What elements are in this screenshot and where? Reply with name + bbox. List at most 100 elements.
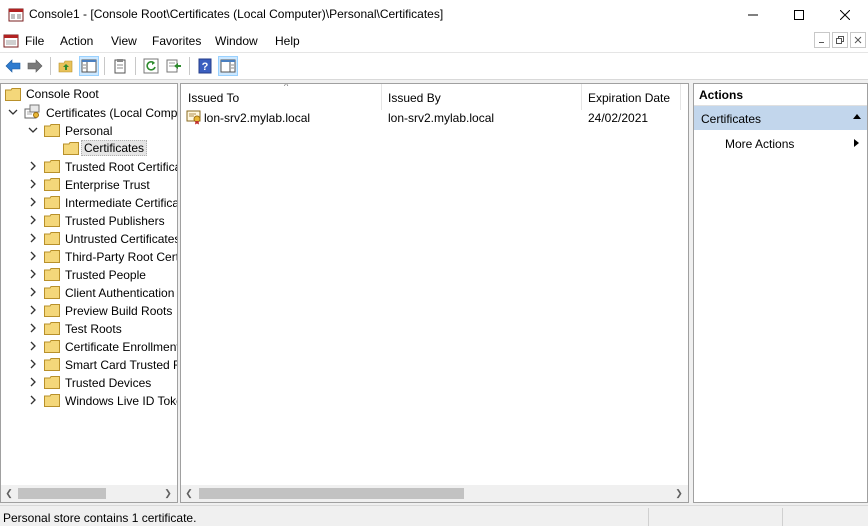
- column-divider[interactable]: [381, 84, 382, 110]
- tree-item-personal[interactable]: Personal: [1, 121, 177, 139]
- tree-label: Windows Live ID Toke: [65, 394, 178, 408]
- scroll-right-icon[interactable]: ❯: [163, 488, 173, 499]
- tree-item-certificates-local[interactable]: Certificates (Local Comp: [1, 103, 178, 121]
- console-tree-pane[interactable]: Console Root Certificates (Local Comp Pe…: [0, 83, 178, 503]
- chevron-right-icon[interactable]: [28, 377, 38, 387]
- chevron-right-icon[interactable]: [28, 341, 38, 351]
- chevron-right-icon[interactable]: [28, 179, 38, 189]
- results-list-pane[interactable]: ^ Issued To Issued By Expiration Date lo…: [180, 83, 689, 503]
- tree-label: Intermediate Certificat: [65, 196, 178, 210]
- tree-label: Untrusted Certificates: [65, 232, 178, 246]
- scroll-right-icon[interactable]: ❯: [674, 488, 684, 499]
- help-button[interactable]: ?: [195, 56, 215, 76]
- scroll-left-icon[interactable]: ❮: [4, 488, 14, 499]
- maximize-button[interactable]: [776, 0, 822, 30]
- tree-horizontal-scrollbar[interactable]: ❮ ❯: [1, 485, 177, 502]
- chevron-right-icon[interactable]: [28, 215, 38, 225]
- more-actions-item[interactable]: More Actions: [725, 137, 794, 151]
- actions-pane: Actions Certificates More Actions: [693, 83, 868, 503]
- collapse-up-icon[interactable]: [853, 114, 861, 119]
- column-divider[interactable]: [680, 84, 681, 110]
- tree-label: Test Roots: [65, 322, 122, 336]
- tree-item-store[interactable]: Test Roots: [1, 319, 177, 337]
- chevron-right-icon[interactable]: [28, 287, 38, 297]
- show-hide-tree-icon: [81, 59, 97, 73]
- tree-item-store[interactable]: Client Authentication: [1, 283, 177, 301]
- tree-item-store[interactable]: Intermediate Certificat: [1, 193, 178, 211]
- column-header-issued-by[interactable]: Issued By: [388, 84, 578, 110]
- menu-favorites[interactable]: Favorites: [152, 34, 201, 48]
- status-bar: Personal store contains 1 certificate.: [0, 505, 868, 526]
- column-divider[interactable]: [581, 84, 582, 110]
- column-header-issued-to[interactable]: ^ Issued To: [188, 84, 378, 110]
- export-list-button[interactable]: [164, 56, 184, 76]
- menu-window[interactable]: Window: [215, 34, 258, 48]
- up-one-level-button[interactable]: [56, 56, 76, 76]
- list-horizontal-scrollbar[interactable]: ❮ ❯: [181, 485, 688, 502]
- tree-item-store[interactable]: Trusted People: [1, 265, 177, 283]
- scroll-left-icon[interactable]: ❮: [184, 488, 194, 499]
- status-divider: [648, 508, 649, 526]
- table-row[interactable]: lon-srv2.mylab.local lon-srv2.mylab.loca…: [185, 109, 685, 127]
- chevron-right-icon[interactable]: [28, 233, 38, 243]
- forward-button[interactable]: [25, 56, 45, 76]
- chevron-right-icon[interactable]: [28, 197, 38, 207]
- scrollbar-thumb[interactable]: [18, 488, 106, 499]
- tree-item-console-root[interactable]: Console Root: [5, 85, 99, 103]
- chevron-right-icon[interactable]: [28, 395, 38, 405]
- chevron-right-icon[interactable]: [28, 161, 38, 171]
- tree-item-store[interactable]: Preview Build Roots: [1, 301, 177, 319]
- child-restore-button[interactable]: [832, 32, 848, 48]
- folder-icon: [44, 304, 60, 317]
- menu-view[interactable]: View: [111, 34, 137, 48]
- child-minimize-button[interactable]: [814, 32, 830, 48]
- back-button[interactable]: [3, 56, 23, 76]
- certificate-icon: [186, 109, 202, 128]
- cell-issued-to: lon-srv2.mylab.local: [204, 111, 311, 125]
- tree-item-personal-certificates[interactable]: Certificates: [1, 139, 177, 157]
- refresh-button[interactable]: [141, 56, 161, 76]
- show-hide-tree-button[interactable]: [79, 56, 99, 76]
- folder-icon: [44, 250, 60, 263]
- tree-item-store[interactable]: Untrusted Certificates: [1, 229, 178, 247]
- tree-item-store[interactable]: Trusted Publishers: [1, 211, 177, 229]
- tree-item-store[interactable]: Smart Card Trusted R: [1, 355, 177, 373]
- toolbar-separator: [135, 57, 136, 75]
- chevron-down-icon[interactable]: [8, 107, 18, 117]
- tree-item-store[interactable]: Trusted Devices: [1, 373, 177, 391]
- column-header-label: Expiration Date: [588, 91, 671, 105]
- menu-file[interactable]: File: [25, 34, 44, 48]
- chevron-down-icon[interactable]: [28, 125, 38, 135]
- show-hide-action-pane-icon: [220, 59, 236, 73]
- tree-item-store[interactable]: Windows Live ID Toke: [1, 391, 178, 409]
- close-button[interactable]: [822, 0, 868, 30]
- tree-item-store[interactable]: Trusted Root Certifica: [1, 157, 177, 175]
- chevron-right-icon[interactable]: [28, 251, 38, 261]
- tree-label: Personal: [65, 124, 113, 138]
- toolbar-separator: [189, 57, 190, 75]
- actions-section-certificates[interactable]: Certificates: [694, 106, 867, 130]
- tree-item-store[interactable]: Third-Party Root Cert: [1, 247, 177, 265]
- chevron-right-icon[interactable]: [28, 323, 38, 333]
- chevron-right-icon[interactable]: [28, 359, 38, 369]
- column-header-expiration-date[interactable]: Expiration Date: [588, 84, 683, 110]
- scrollbar-thumb[interactable]: [199, 488, 464, 499]
- tree-item-store[interactable]: Certificate Enrollment: [1, 337, 177, 355]
- menu-help[interactable]: Help: [275, 34, 300, 48]
- properties-button[interactable]: [110, 56, 130, 76]
- child-close-button[interactable]: [850, 32, 866, 48]
- folder-icon: [44, 358, 60, 371]
- forward-arrow-icon: [27, 59, 43, 73]
- chevron-right-icon[interactable]: [28, 269, 38, 279]
- tree-item-store[interactable]: Enterprise Trust: [1, 175, 177, 193]
- minimize-button[interactable]: [730, 0, 776, 30]
- chevron-right-icon[interactable]: [28, 305, 38, 315]
- submenu-arrow-icon[interactable]: [854, 139, 859, 147]
- menu-action[interactable]: Action: [60, 34, 93, 48]
- console-menu-icon[interactable]: [3, 33, 19, 49]
- tree-label: Certificates (Local Comp: [46, 106, 178, 120]
- restore-icon: [836, 36, 844, 44]
- child-window-controls: [814, 32, 866, 48]
- show-hide-action-pane-button[interactable]: [218, 56, 238, 76]
- mmc-app-icon[interactable]: [8, 7, 24, 23]
